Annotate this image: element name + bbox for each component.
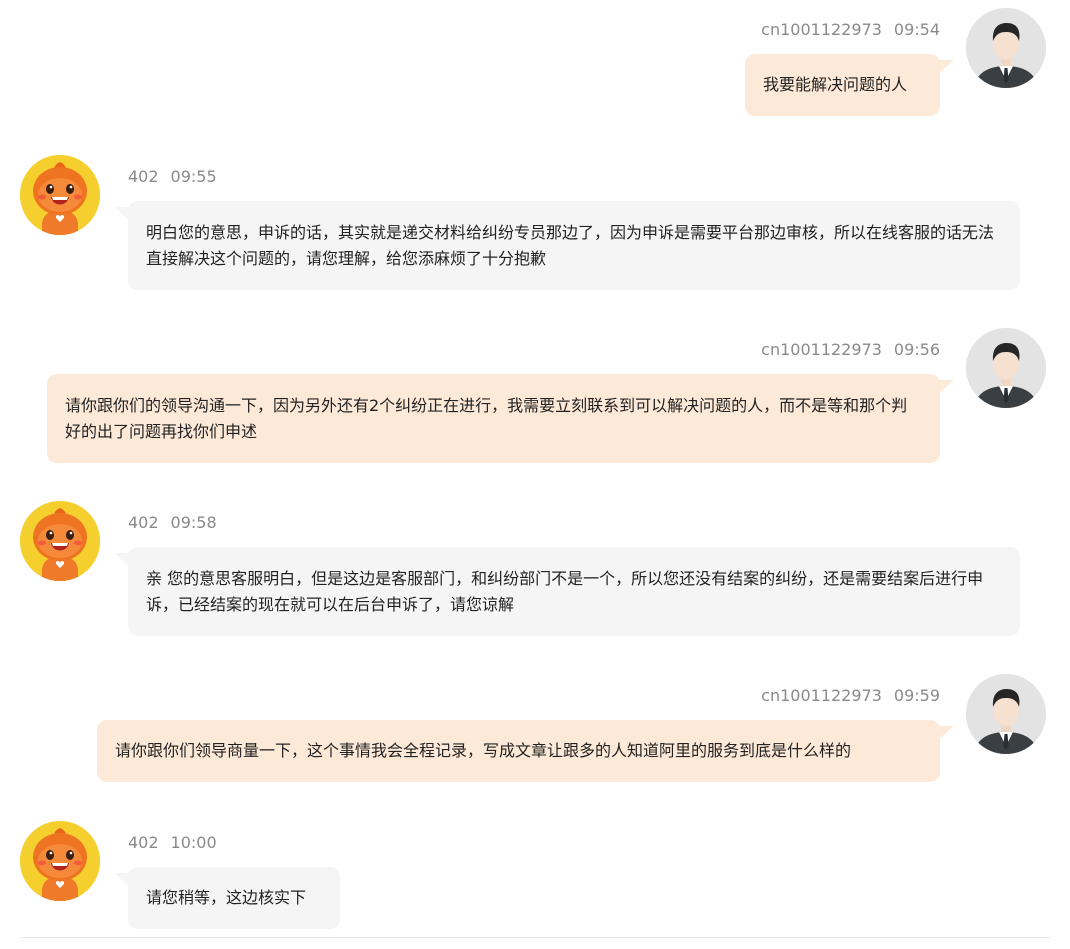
message-bubble[interactable]: 请你跟你们领导商量一下，这个事情我会全程记录，写成文章让跟多的人知道阿里的服务到… bbox=[97, 720, 954, 782]
bubble-tail bbox=[938, 60, 954, 74]
bubble-tail bbox=[938, 380, 954, 394]
user-businessman-icon[interactable] bbox=[966, 328, 1046, 408]
user-businessman-icon[interactable] bbox=[966, 674, 1046, 754]
mascot-icon[interactable] bbox=[20, 501, 100, 581]
chat-transcript: cn1001122973 09:54 我要能解决问题的人 402 09:55 明… bbox=[0, 0, 1070, 949]
message-text: 亲 您的意思客服明白，但是这边是客服部门，和纠纷部门不是一个，所以您还没有结案的… bbox=[146, 568, 984, 614]
message-time: 09:58 bbox=[170, 513, 217, 532]
message-meta: cn1001122973 09:59 bbox=[761, 686, 940, 706]
bubble-tail bbox=[938, 726, 954, 740]
message-text: 请您稍等，这边核实下 bbox=[146, 888, 307, 907]
divider bbox=[20, 937, 1050, 938]
sender-name: 402 bbox=[128, 167, 159, 186]
message-bubble[interactable]: 我要能解决问题的人 bbox=[745, 54, 954, 116]
message-text: 请你跟你们的领导沟通一下，因为另外还有2个纠纷正在进行，我需要立刻联系到可以解决… bbox=[65, 395, 908, 441]
sender-name: cn1001122973 bbox=[761, 686, 882, 705]
message-bubble[interactable]: 明白您的意思，申诉的话，其实就是递交材料给纠纷专员那边了，因为申诉是需要平台那边… bbox=[114, 201, 1020, 290]
message-meta: cn1001122973 09:56 bbox=[761, 340, 940, 360]
message-time: 09:56 bbox=[893, 340, 940, 359]
bubble-tail bbox=[114, 873, 130, 887]
message-bubble[interactable]: 请你跟你们的领导沟通一下，因为另外还有2个纠纷正在进行，我需要立刻联系到可以解决… bbox=[47, 374, 954, 463]
message-text: 明白您的意思，申诉的话，其实就是递交材料给纠纷专员那边了，因为申诉是需要平台那边… bbox=[146, 222, 995, 268]
message-text: 请你跟你们领导商量一下，这个事情我会全程记录，写成文章让跟多的人知道阿里的服务到… bbox=[115, 741, 852, 760]
message-bubble[interactable]: 亲 您的意思客服明白，但是这边是客服部门，和纠纷部门不是一个，所以您还没有结案的… bbox=[114, 547, 1020, 636]
message-meta: 402 09:58 bbox=[128, 513, 217, 533]
bubble-tail bbox=[114, 553, 130, 567]
message-time: 09:54 bbox=[893, 20, 940, 39]
sender-name: 402 bbox=[128, 513, 159, 532]
message-text: 我要能解决问题的人 bbox=[763, 75, 908, 94]
message-bubble[interactable]: 请您稍等，这边核实下 bbox=[114, 867, 340, 929]
message-meta: cn1001122973 09:54 bbox=[761, 20, 940, 40]
sender-name: 402 bbox=[128, 833, 159, 852]
bubble-tail bbox=[114, 207, 130, 221]
sender-name: cn1001122973 bbox=[761, 20, 882, 39]
message-time: 09:59 bbox=[893, 686, 940, 705]
sender-name: cn1001122973 bbox=[761, 340, 882, 359]
user-businessman-icon[interactable] bbox=[966, 8, 1046, 88]
mascot-icon[interactable] bbox=[20, 821, 100, 901]
message-meta: 402 09:55 bbox=[128, 167, 217, 187]
message-time: 10:00 bbox=[170, 833, 217, 852]
message-meta: 402 10:00 bbox=[128, 833, 217, 853]
message-time: 09:55 bbox=[170, 167, 217, 186]
mascot-icon[interactable] bbox=[20, 155, 100, 235]
